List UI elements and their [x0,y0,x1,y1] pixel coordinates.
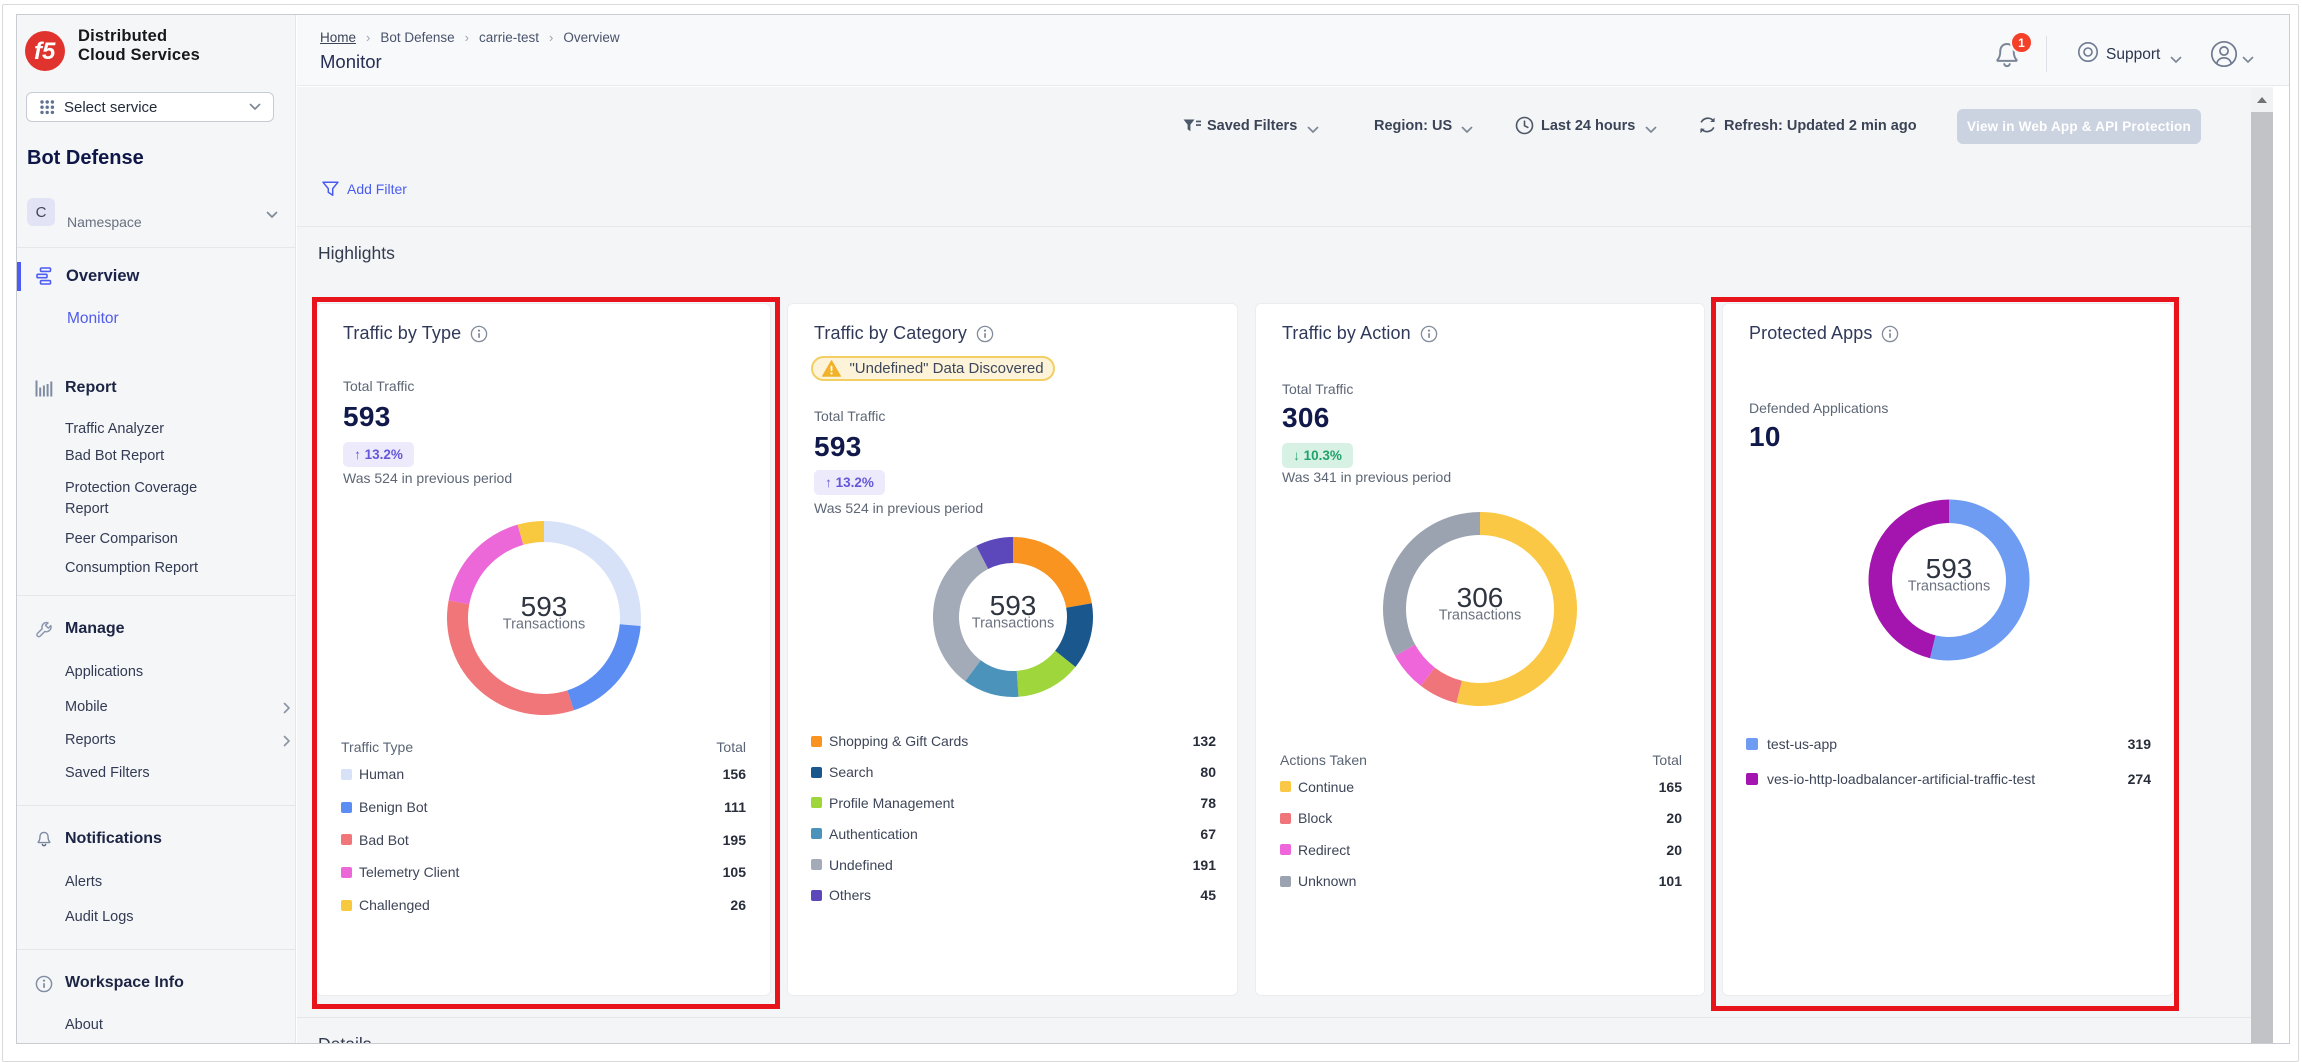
svg-text:Transactions: Transactions [1439,608,1521,624]
svg-text:Transactions: Transactions [972,616,1054,632]
svg-text:f5: f5 [34,38,56,65]
